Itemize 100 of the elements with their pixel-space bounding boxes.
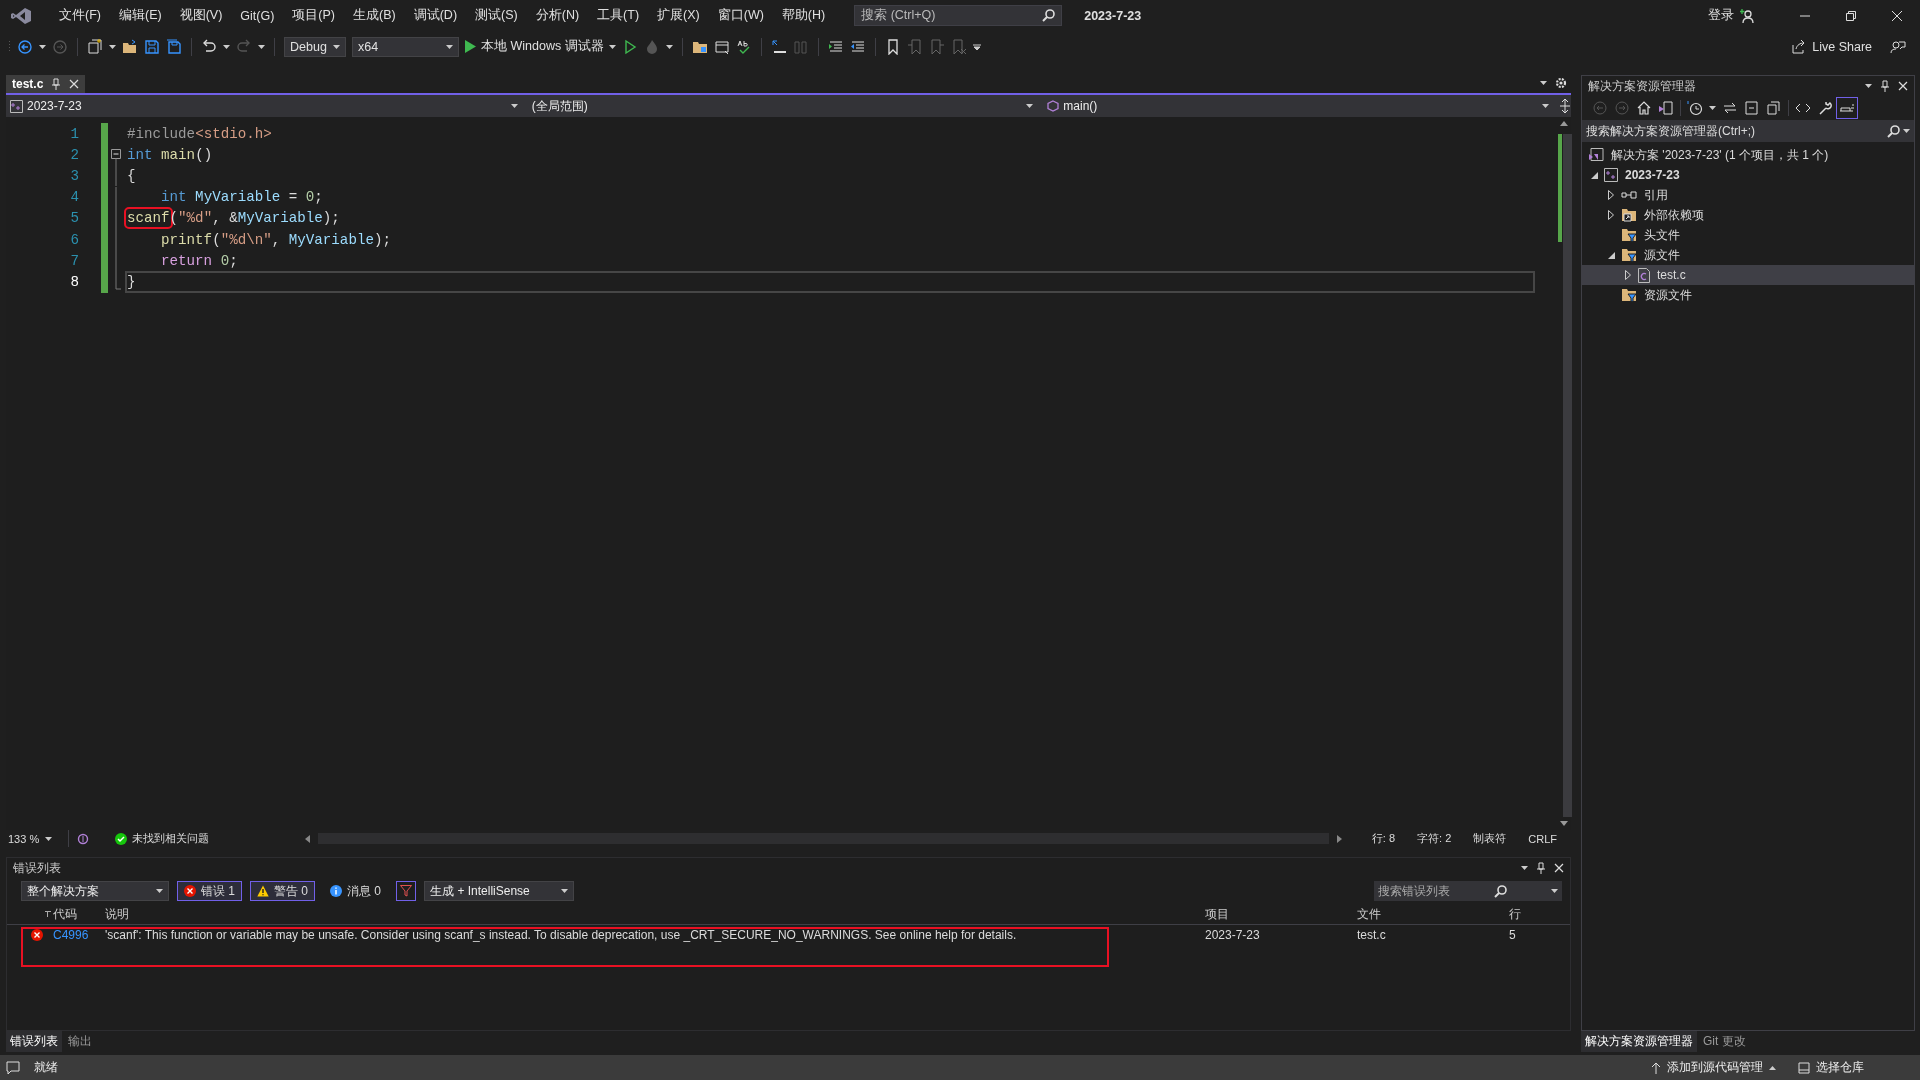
tree-item[interactable]: 源文件 (1582, 245, 1914, 265)
save-icon[interactable] (144, 38, 160, 55)
document-tab[interactable]: test.c (6, 75, 86, 93)
caret-icon[interactable] (608, 44, 616, 49)
search-icon[interactable] (1042, 9, 1056, 22)
column-header[interactable]: 说明 (101, 904, 1201, 925)
column-header[interactable]: 行 (1505, 904, 1570, 925)
sort-icon[interactable] (45, 911, 51, 917)
tree-item[interactable]: 2023-7-23 (1582, 165, 1914, 185)
dropdown-icon[interactable] (109, 44, 116, 49)
collapse-all-icon[interactable] (1744, 100, 1760, 116)
outdent-icon[interactable] (827, 38, 844, 55)
platform-dropdown[interactable]: x64 (352, 36, 459, 57)
window-layout-icon[interactable] (713, 38, 730, 55)
line-position[interactable]: 行: 8 (1371, 831, 1396, 846)
caret-icon[interactable] (1903, 129, 1910, 133)
tree-item[interactable]: 引用 (1582, 185, 1914, 205)
indent-icon[interactable] (849, 38, 866, 55)
panel-tab[interactable]: 解决方案资源管理器 (1581, 1030, 1697, 1052)
close-icon[interactable] (1898, 81, 1908, 91)
close-icon[interactable] (1891, 9, 1903, 22)
search-icon[interactable] (1887, 124, 1900, 138)
menu-item[interactable]: 项目(P) (283, 4, 344, 27)
collapsed-icon[interactable] (1625, 270, 1631, 280)
menu-item[interactable]: 扩展(X) (648, 4, 709, 27)
zoom-dropdown[interactable]: 133 % (8, 830, 69, 847)
next-bookmark-icon[interactable] (928, 38, 945, 55)
close-icon[interactable] (1554, 863, 1564, 873)
source-dropdown[interactable]: 生成 + IntelliSense (424, 881, 575, 901)
expanded-icon[interactable] (1590, 171, 1598, 179)
configuration-dropdown[interactable]: Debug (284, 36, 346, 57)
step-icon[interactable] (770, 38, 787, 55)
back-icon[interactable] (17, 38, 33, 55)
settings-icon[interactable] (1555, 77, 1567, 89)
menu-item[interactable]: Git(G) (231, 5, 284, 26)
menu-item[interactable]: 调试(D) (404, 4, 467, 27)
tab-list-icon[interactable] (1540, 81, 1547, 85)
scroll-up-icon[interactable] (1560, 121, 1568, 126)
sync-icon[interactable] (1722, 100, 1738, 116)
dropdown-icon[interactable] (223, 44, 230, 49)
dropdown-icon[interactable] (665, 44, 673, 49)
close-icon[interactable] (69, 79, 80, 89)
wrench-icon[interactable] (1817, 100, 1833, 116)
expanded-icon[interactable] (1607, 251, 1615, 259)
caret-icon[interactable] (333, 44, 340, 49)
column-header[interactable]: 项目 (1201, 904, 1353, 925)
tree-item[interactable]: 外部依赖项 (1582, 205, 1914, 225)
menu-item[interactable]: 文件(F) (50, 4, 110, 27)
search-field[interactable]: 搜索 (Ctrl+Q) (854, 5, 1063, 26)
pin-icon[interactable] (51, 78, 62, 90)
menu-item[interactable]: 帮助(H) (772, 4, 835, 27)
tree-item[interactable]: 资源文件 (1582, 285, 1914, 305)
dropdown-icon[interactable] (1521, 866, 1528, 870)
new-project-icon[interactable] (87, 38, 103, 55)
column-header[interactable]: 文件 (1353, 904, 1505, 925)
issues-status[interactable]: 未找到相关问题 (115, 831, 209, 846)
search-icon[interactable] (1494, 884, 1507, 898)
column-position[interactable]: 字符: 2 (1417, 831, 1452, 846)
tree-item[interactable]: 头文件 (1582, 225, 1914, 245)
menu-item[interactable]: 窗口(W) (708, 4, 773, 27)
caret-icon[interactable] (45, 836, 53, 841)
menu-item[interactable]: 生成(B) (344, 4, 405, 27)
scroll-down-icon[interactable] (1560, 821, 1568, 826)
filter-button[interactable] (396, 881, 417, 901)
scroll-left-icon[interactable] (305, 834, 310, 843)
switch-views-icon[interactable] (1658, 100, 1674, 116)
dropdown-icon[interactable] (1865, 84, 1872, 88)
panel-tab[interactable]: Git 更改 (1699, 1030, 1750, 1052)
pin-icon[interactable] (1880, 80, 1890, 92)
save-all-icon[interactable] (166, 38, 182, 55)
line-ending[interactable]: CRLF (1528, 832, 1557, 845)
restore-icon[interactable] (1845, 9, 1857, 22)
menu-item[interactable]: 工具(T) (588, 4, 649, 27)
spell-check-icon[interactable] (735, 38, 752, 55)
panel-tab[interactable]: 错误列表 (6, 1030, 62, 1052)
intellicode-icon[interactable] (77, 832, 89, 845)
overflow-icon[interactable] (972, 42, 981, 51)
menu-item[interactable]: 编辑(E) (109, 4, 171, 27)
caret-icon[interactable] (1026, 104, 1034, 108)
previous-bookmark-icon[interactable] (906, 38, 923, 55)
caret-icon[interactable] (510, 104, 518, 108)
scope-dropdown[interactable]: 整个解决方案 (21, 881, 169, 901)
caret-icon[interactable] (156, 889, 163, 893)
dropdown-icon[interactable] (258, 44, 265, 49)
feedback-icon[interactable] (1890, 38, 1906, 55)
live-share-button[interactable]: Live Share (1792, 39, 1872, 54)
indent-mode[interactable]: 制表符 (1473, 831, 1507, 846)
tree-item[interactable]: 解决方案 '2023-7-23' (1 个项目，共 1 个) (1582, 145, 1914, 165)
filter-toggle[interactable]: 错误 1 (177, 881, 242, 901)
project-dropdown[interactable]: 2023-7-23 (6, 96, 522, 116)
scope-dropdown[interactable]: (全局范围) (527, 96, 1038, 116)
filter-toggle[interactable]: 消息 0 (323, 881, 389, 901)
message-icon[interactable] (6, 1060, 20, 1075)
search-field[interactable]: 搜索错误列表 (1374, 881, 1562, 901)
caret-icon[interactable] (1542, 104, 1549, 108)
start-debugging-button[interactable]: 本地 Windows 调试器 (465, 38, 616, 55)
source-control-button[interactable]: 添加到源代码管理 (1651, 1059, 1776, 1076)
filter-toggle[interactable]: 警告 0 (250, 881, 316, 901)
caret-icon[interactable] (561, 889, 569, 893)
history-icon[interactable] (1687, 100, 1703, 116)
